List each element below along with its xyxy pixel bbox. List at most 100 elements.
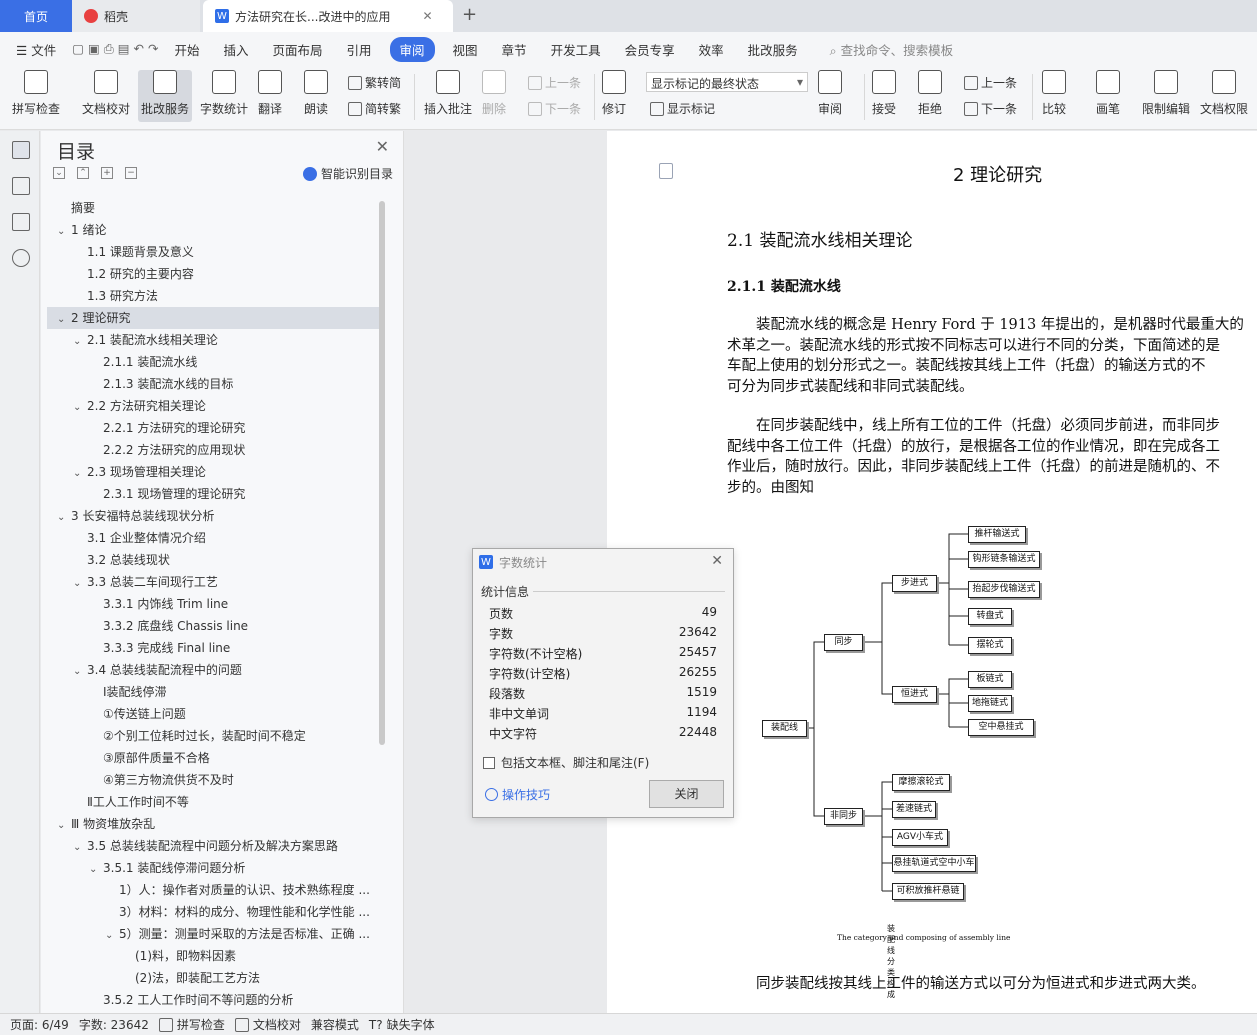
menu-correction[interactable]: 批改服务 xyxy=(736,40,810,59)
chevron-down-icon[interactable]: ⌄ xyxy=(73,837,87,857)
chevron-down-icon[interactable]: ⌄ xyxy=(73,331,87,351)
toc-item[interactable]: 摘要 xyxy=(47,197,379,219)
chevron-down-icon[interactable]: ⌄ xyxy=(57,221,71,241)
toc-item[interactable]: ⌄ 5）测量：测量时采取的方法是否标准、正确 ... xyxy=(47,923,379,945)
chevron-down-icon[interactable]: ⌄ xyxy=(73,573,87,593)
read-aloud-button[interactable]: 朗读 xyxy=(304,70,328,117)
add-heading-icon[interactable]: + xyxy=(101,167,113,179)
translate-button[interactable]: 翻译 xyxy=(258,70,282,117)
review-pane-button[interactable]: 审阅 xyxy=(818,70,842,117)
collapse-all-icon[interactable]: ⌄ xyxy=(53,167,65,179)
toc-item[interactable]: 3.1 企业整体情况介绍 xyxy=(47,527,379,549)
proofread-button[interactable]: 文档校对 xyxy=(82,70,130,117)
word-count-indicator[interactable]: 字数: 23642 xyxy=(79,1016,149,1033)
new-tab-icon[interactable]: + xyxy=(462,4,477,25)
close-icon[interactable]: ✕ xyxy=(376,137,389,156)
quick-access-icons[interactable]: ▢ ▣ ⎙ ▤ ↶ ↷ xyxy=(68,41,162,57)
toc-item[interactable]: ⌄ 2.3 现场管理相关理论 xyxy=(47,461,379,483)
chevron-down-icon[interactable]: ⌄ xyxy=(57,815,71,835)
menu-developer[interactable]: 开发工具 xyxy=(539,40,613,59)
restrict-editing-button[interactable]: 限制编辑 xyxy=(1142,70,1190,117)
chevron-down-icon[interactable]: ⌄ xyxy=(73,397,87,417)
section-panel-icon[interactable] xyxy=(12,177,30,195)
accept-button[interactable]: 接受 xyxy=(872,70,896,117)
toc-item[interactable]: 2.2.2 方法研究的应用现状 xyxy=(47,439,379,461)
toc-item[interactable]: (2)法，即装配工艺方法 xyxy=(47,967,379,989)
correction-service-button[interactable]: 批改服务 xyxy=(138,70,193,122)
status-spell-check[interactable]: 拼写检查 xyxy=(158,1016,225,1033)
chevron-down-icon[interactable]: ⌄ xyxy=(73,661,87,681)
menu-member[interactable]: 会员专享 xyxy=(613,40,687,59)
reject-button[interactable]: 拒绝 xyxy=(918,70,942,117)
toc-item[interactable]: 1）人：操作者对质量的认识、技术熟练程度 ... xyxy=(47,879,379,901)
trad-to-simp-button[interactable]: 繁转简 xyxy=(348,74,401,91)
markup-display-select[interactable]: 显示标记的最终状态 ▾ xyxy=(646,72,808,92)
menu-review[interactable]: 审阅 xyxy=(389,36,435,62)
chevron-down-icon[interactable]: ⌄ xyxy=(57,507,71,527)
tips-link[interactable]: 操作技巧 xyxy=(485,786,550,803)
toc-item[interactable]: ⌄ Ⅲ 物资堆放杂乱 xyxy=(47,813,379,835)
smart-toc-button[interactable]: 智能识别目录 xyxy=(303,165,393,182)
toc-item[interactable]: 2.2.1 方法研究的理论研究 xyxy=(47,417,379,439)
tab-daoke[interactable]: 稻壳 xyxy=(72,0,200,32)
toc-item[interactable]: Ⅱ工人工作时间不等 xyxy=(47,791,379,813)
close-button[interactable]: 关闭 xyxy=(649,780,724,808)
next-comment-button[interactable]: 下一条 xyxy=(528,100,581,117)
toc-item[interactable]: ⌄ 3.5.1 装配线停滞问题分析 xyxy=(47,857,379,879)
include-footnotes-checkbox[interactable]: 包括文本框、脚注和尾注(F) xyxy=(483,754,649,771)
pen-button[interactable]: 画笔 xyxy=(1096,70,1120,117)
toc-item[interactable]: 3.5.2 工人工作时间不等问题的分析 xyxy=(47,989,379,1007)
menu-insert[interactable]: 插入 xyxy=(211,40,260,59)
delete-comment-button[interactable]: 删除 xyxy=(482,70,506,117)
chevron-down-icon[interactable]: ⌄ xyxy=(57,309,71,329)
status-proofread[interactable]: 文档校对 xyxy=(234,1016,301,1033)
expand-all-icon[interactable]: ⌃ xyxy=(77,167,89,179)
search-box[interactable]: ⌕ 查找命令、搜索模板 xyxy=(818,40,966,59)
toc-item[interactable]: ②个别工位耗时过长，装配时间不稳定 xyxy=(47,725,379,747)
bookmark-icon[interactable] xyxy=(12,213,30,231)
spell-check-button[interactable]: 拼写检查 xyxy=(12,70,60,117)
menu-view[interactable]: 视图 xyxy=(441,40,490,59)
simp-to-trad-button[interactable]: 简转繁 xyxy=(348,100,401,117)
toc-item[interactable]: ⌄ 1 绪论 xyxy=(47,219,379,241)
page-indicator[interactable]: 页面: 6/49 xyxy=(10,1016,69,1033)
word-count-button[interactable]: 字数统计 xyxy=(200,70,248,117)
menu-file[interactable]: ☰ 文件 xyxy=(0,40,68,59)
toc-item[interactable]: 2.1.3 装配流水线的目标 xyxy=(47,373,379,395)
chevron-down-icon[interactable]: ⌄ xyxy=(73,463,87,483)
next-change-button[interactable]: 下一条 xyxy=(964,100,1017,117)
toc-item[interactable]: 1.1 课题背景及意义 xyxy=(47,241,379,263)
toc-item[interactable]: ⌄ 3.5 总装线装配流程中问题分析及解决方案思路 xyxy=(47,835,379,857)
page-options-icon[interactable] xyxy=(659,163,673,179)
toc-item[interactable]: ⌄ 2.2 方法研究相关理论 xyxy=(47,395,379,417)
prev-change-button[interactable]: 上一条 xyxy=(964,74,1017,91)
toc-scrollbar[interactable] xyxy=(379,201,385,745)
insert-comment-button[interactable]: 插入批注 xyxy=(424,70,472,117)
toc-item[interactable]: ⌄ 2 理论研究 xyxy=(47,307,379,329)
toc-item[interactable]: 3）材料：材料的成分、物理性能和化学性能 ... xyxy=(47,901,379,923)
dialog-titlebar[interactable]: W 字数统计 xyxy=(473,549,733,575)
track-changes-button[interactable]: 修订 xyxy=(602,70,626,117)
chevron-down-icon[interactable]: ⌄ xyxy=(105,925,119,945)
remove-heading-icon[interactable]: − xyxy=(125,167,137,179)
prev-comment-button[interactable]: 上一条 xyxy=(528,74,581,91)
toc-item[interactable]: ①传送链上问题 xyxy=(47,703,379,725)
show-markup-button[interactable]: 显示标记 xyxy=(650,100,715,117)
close-icon[interactable]: ✕ xyxy=(711,553,723,569)
toc-item[interactable]: (1)料，即物料因素 xyxy=(47,945,379,967)
menu-layout[interactable]: 页面布局 xyxy=(260,40,334,59)
toc-item[interactable]: 2.1.1 装配流水线 xyxy=(47,351,379,373)
menu-chapter[interactable]: 章节 xyxy=(490,40,539,59)
menu-efficiency[interactable]: 效率 xyxy=(687,40,736,59)
toc-item[interactable]: 3.3.1 内饰线 Trim line xyxy=(47,593,379,615)
toc-item[interactable]: ④第三方物流供货不及时 xyxy=(47,769,379,791)
tab-close-icon[interactable]: ✕ xyxy=(422,9,432,23)
toc-item[interactable]: 1.2 研究的主要内容 xyxy=(47,263,379,285)
toc-item[interactable]: 3.2 总装线现状 xyxy=(47,549,379,571)
toc-item[interactable]: Ⅰ装配线停滞 xyxy=(47,681,379,703)
checkbox-box[interactable] xyxy=(483,756,495,769)
missing-font[interactable]: T? 缺失字体 xyxy=(369,1016,435,1033)
menu-start[interactable]: 开始 xyxy=(162,40,211,59)
toc-item[interactable]: 2.3.1 现场管理的理论研究 xyxy=(47,483,379,505)
compare-button[interactable]: 比较 xyxy=(1042,70,1066,117)
